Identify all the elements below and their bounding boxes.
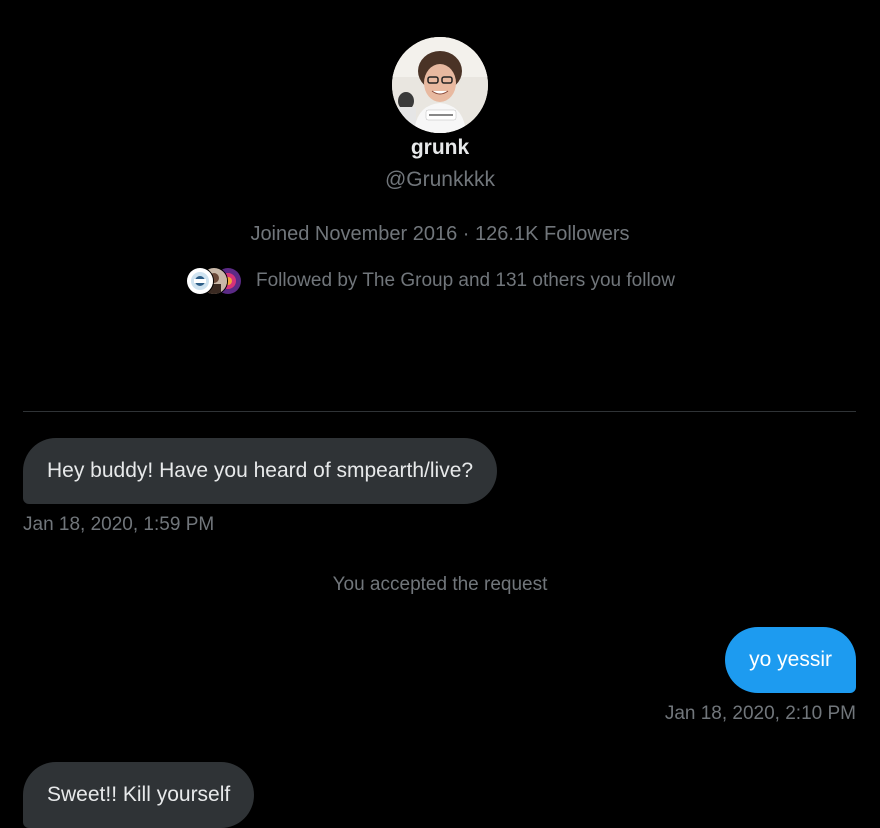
display-name[interactable]: grunk (0, 136, 880, 160)
joined-date: Joined November 2016 (250, 223, 458, 245)
message-timestamp: Jan 18, 2020, 1:59 PM (23, 514, 215, 535)
message-bubble-incoming[interactable]: Sweet!! Kill yourself (23, 762, 255, 828)
message-bubble-incoming[interactable]: Hey buddy! Have you heard of smpearth/li… (23, 438, 498, 504)
meta-separator: · (462, 223, 470, 245)
message-timestamp: Jan 18, 2020, 2:10 PM (664, 703, 856, 724)
header-divider (23, 411, 856, 412)
system-notice: You accepted the request (332, 574, 548, 595)
profile-avatar[interactable] (392, 37, 488, 133)
user-handle: @Grunkkkk (384, 168, 495, 191)
profile-meta: Joined November 2016 · 126.1K Followers (0, 223, 880, 246)
followers-count[interactable]: 126.1K Followers (475, 223, 630, 245)
avatar-photo-icon (392, 37, 488, 133)
message-bubble-outgoing[interactable]: yo yessir (725, 627, 856, 693)
followed-by-row[interactable]: Followed by The Group and 131 others you… (186, 266, 675, 296)
follower-avatar-icon (186, 267, 214, 295)
followed-by-text: Followed by The Group and 131 others you… (256, 270, 675, 291)
follower-avatars (186, 267, 244, 295)
